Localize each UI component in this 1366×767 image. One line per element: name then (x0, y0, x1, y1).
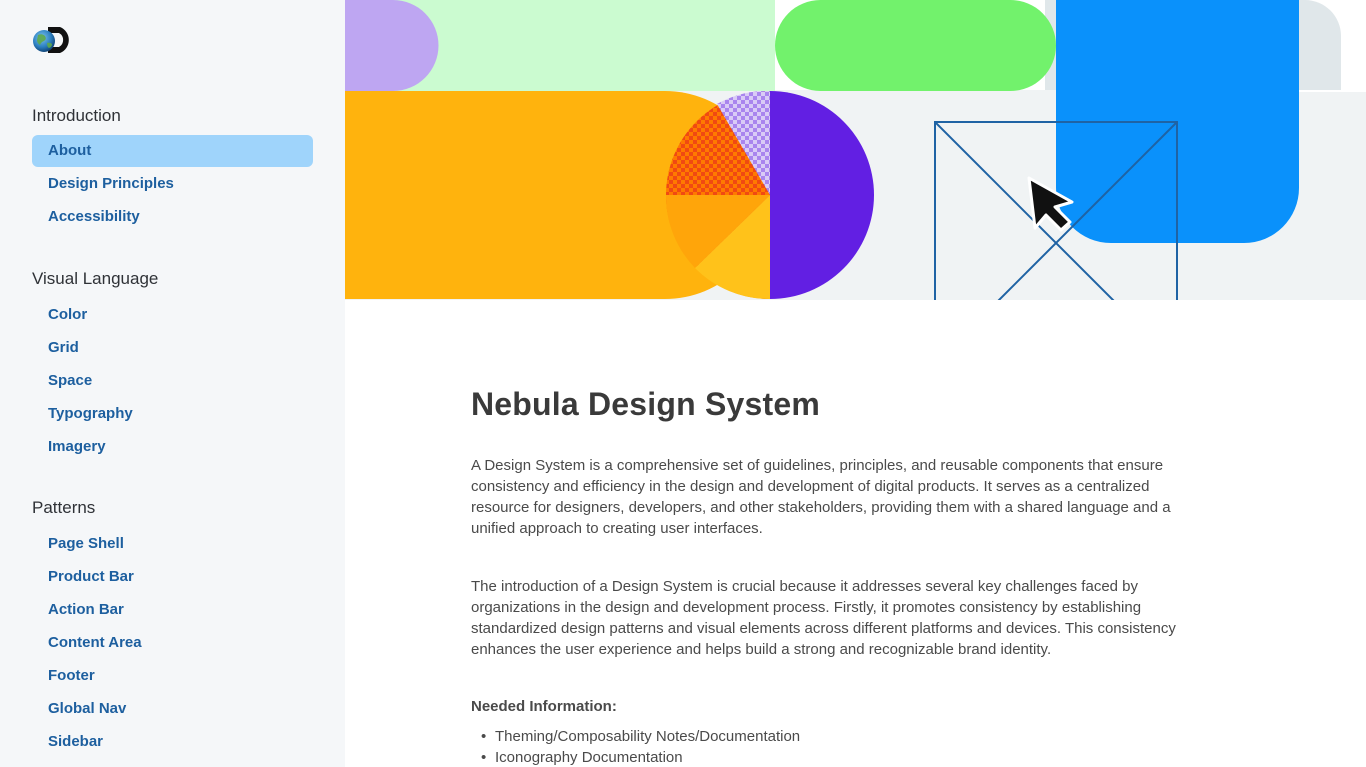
sidebar-item-design-principles[interactable]: Design Principles (32, 167, 313, 200)
needed-information-list: • Theming/Composability Notes/Documentati… (471, 726, 800, 767)
hero-illustration (345, 0, 1366, 300)
sidebar-item-sidebar[interactable]: Sidebar (32, 725, 313, 758)
needed-information-heading: Needed Information: (471, 698, 617, 715)
page-title: Nebula Design System (471, 386, 820, 422)
nav-section-patterns: Patterns Page Shell Product Bar Action B… (32, 497, 313, 758)
sidebar-item-product-bar[interactable]: Product Bar (32, 560, 313, 593)
main-content: Nebula Design System A Design System is … (471, 380, 1211, 766)
bullet-icon: • (481, 749, 487, 766)
list-item: • Iconography Documentation (481, 749, 683, 766)
sidebar-item-about[interactable]: About (32, 135, 313, 167)
list-item: • Theming/Composability Notes/Documentati… (481, 728, 801, 745)
nav-section-introduction: Introduction About Design Principles Acc… (32, 105, 313, 233)
sidebar-item-global-nav[interactable]: Global Nav (32, 692, 313, 725)
nav-section-visual-language: Visual Language Color Grid Space Typogra… (32, 268, 313, 463)
sidebar-item-accessibility[interactable]: Accessibility (32, 200, 313, 233)
sidebar-item-space[interactable]: Space (32, 364, 313, 397)
sidebar-item-footer[interactable]: Footer (32, 659, 313, 692)
sidebar: Introduction About Design Principles Acc… (0, 0, 345, 767)
importance-paragraph: The introduction of a Design System is c… (471, 578, 1176, 658)
bullet-icon: • (481, 728, 487, 745)
sidebar-item-page-shell[interactable]: Page Shell (32, 527, 313, 560)
intro-paragraph: A Design System is a comprehensive set o… (471, 457, 1171, 537)
sidebar-item-action-bar[interactable]: Action Bar (32, 593, 313, 626)
sidebar-item-color[interactable]: Color (32, 298, 313, 331)
section-title: Introduction (32, 106, 121, 125)
hero-banner (345, 0, 1366, 300)
sidebar-item-typography[interactable]: Typography (32, 397, 313, 430)
discovery-logo-icon[interactable] (32, 25, 78, 55)
section-title: Patterns (32, 498, 96, 517)
sidebar-item-imagery[interactable]: Imagery (32, 430, 313, 463)
sidebar-item-grid[interactable]: Grid (32, 331, 313, 364)
section-title: Visual Language (32, 269, 159, 288)
sidebar-item-content-area[interactable]: Content Area (32, 626, 313, 659)
